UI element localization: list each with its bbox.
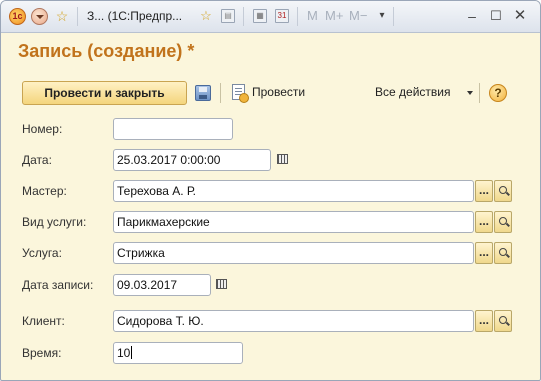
post-document-icon[interactable] <box>232 84 249 103</box>
save-icon[interactable] <box>195 85 211 101</box>
maximize-icon[interactable]: ☐ <box>487 6 505 26</box>
service-type-field[interactable]: Парикмахерские <box>113 211 474 233</box>
time-field[interactable]: 10 <box>113 342 243 364</box>
post-button[interactable]: Провести <box>252 85 305 99</box>
titlebar-separator <box>77 7 78 26</box>
app-logo-icon[interactable]: 1c <box>9 8 26 25</box>
titlebar-dropdown-icon[interactable]: ▾ <box>373 6 391 26</box>
close-icon[interactable]: ✕ <box>511 6 529 26</box>
calculator-icon[interactable]: ▦ <box>253 9 267 23</box>
time-label: Время: <box>22 346 62 360</box>
client-select-button[interactable]: ... <box>475 310 493 332</box>
number-field[interactable] <box>113 118 233 140</box>
titlebar-separator-3 <box>297 7 298 26</box>
window-title: З... (1С:Предпр... <box>87 9 183 23</box>
date-label: Дата: <box>22 153 52 167</box>
link-icon[interactable]: ▤ <box>221 9 235 23</box>
record-date-calendar-icon[interactable] <box>213 274 231 296</box>
titlebar-separator-2 <box>243 7 244 26</box>
memory-button[interactable]: M <box>307 7 318 25</box>
client-search-icon[interactable] <box>494 310 512 332</box>
master-field[interactable]: Терехова А. Р. <box>113 180 474 202</box>
service-field[interactable]: Стрижка <box>113 242 474 264</box>
master-search-icon[interactable] <box>494 180 512 202</box>
titlebar-separator-4 <box>393 7 394 26</box>
minimize-icon[interactable]: – <box>463 6 481 26</box>
calendar-icon[interactable]: 31 <box>275 9 289 23</box>
record-date-label: Дата записи: <box>22 278 94 292</box>
service-type-label: Вид услуги: <box>22 215 87 229</box>
date-calendar-icon[interactable] <box>274 149 292 171</box>
master-label: Мастер: <box>22 184 67 198</box>
form-window: 1c ☆ З... (1С:Предпр... ☆ ▤ ▦ 31 M M+ M−… <box>0 0 541 381</box>
date-field[interactable]: 25.03.2017 0:00:00 <box>113 149 271 171</box>
record-date-field[interactable]: 09.03.2017 <box>113 274 211 296</box>
favorites-star-icon[interactable]: ☆ <box>53 7 71 25</box>
main-menu-button[interactable] <box>31 8 48 25</box>
time-value: 10 <box>117 346 131 360</box>
post-and-close-button[interactable]: Провести и закрыть <box>22 81 187 105</box>
toolbar-separator-2 <box>479 83 480 103</box>
memory-plus-button[interactable]: M+ <box>325 7 343 25</box>
client-label: Клиент: <box>22 314 65 328</box>
help-icon[interactable]: ? <box>489 84 507 102</box>
toolbar-separator <box>220 83 221 103</box>
service-type-select-button[interactable]: ... <box>475 211 493 233</box>
number-label: Номер: <box>22 122 63 136</box>
text-cursor <box>131 346 133 359</box>
service-search-icon[interactable] <box>494 242 512 264</box>
chevron-down-icon[interactable] <box>467 91 473 95</box>
service-select-button[interactable]: ... <box>475 242 493 264</box>
memory-minus-button[interactable]: M− <box>349 7 367 25</box>
page-title: Запись (создание) * <box>18 41 195 61</box>
master-select-button[interactable]: ... <box>475 180 493 202</box>
service-label: Услуга: <box>22 246 62 260</box>
title-bar: 1c ☆ З... (1С:Предпр... ☆ ▤ ▦ 31 M M+ M−… <box>1 1 540 33</box>
all-actions-menu[interactable]: Все действия <box>375 85 450 99</box>
client-field[interactable]: Сидорова Т. Ю. <box>113 310 474 332</box>
service-type-search-icon[interactable] <box>494 211 512 233</box>
add-favorite-icon[interactable]: ☆ <box>197 7 215 25</box>
